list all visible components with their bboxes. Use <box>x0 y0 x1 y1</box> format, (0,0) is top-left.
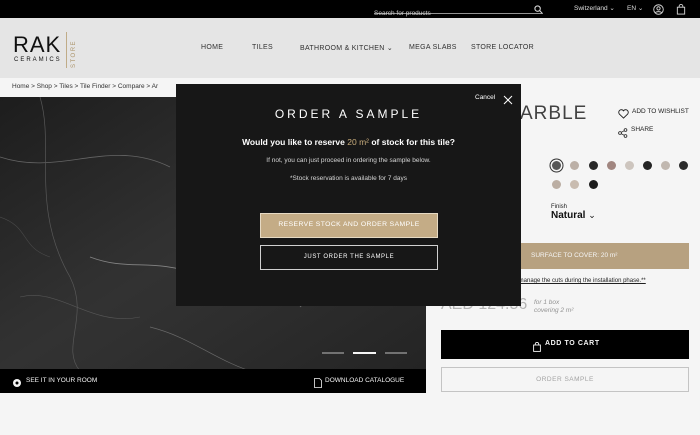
question-pre: Would you like to reserve <box>242 137 348 147</box>
reserve-question: Would you like to reserve 20 m² of stock… <box>176 137 521 147</box>
question-amount: 20 m² <box>347 137 369 147</box>
question-post: of stock for this tile? <box>368 137 455 147</box>
reserve-stock-label: RESERVE STOCK AND ORDER SAMPLE <box>278 221 420 228</box>
modal-info-line: If not, you can just proceed in ordering… <box>266 157 431 164</box>
reserve-stock-button[interactable]: RESERVE STOCK AND ORDER SAMPLE <box>260 213 438 238</box>
close-icon[interactable] <box>503 92 513 110</box>
cancel-link[interactable]: Cancel <box>475 94 495 101</box>
just-order-sample-button[interactable]: JUST ORDER THE SAMPLE <box>260 245 438 270</box>
modal-title: ORDER A SAMPLE <box>274 107 423 121</box>
modal-reservation-note: *Stock reservation is available for 7 da… <box>289 175 408 182</box>
order-sample-modal: ORDER A SAMPLE Cancel Would you like to … <box>176 84 521 306</box>
just-order-sample-label: JUST ORDER THE SAMPLE <box>303 254 395 260</box>
page: Switzerland ⌄ EN ⌄ RAK CERAMICS STORE HO… <box>0 0 700 435</box>
